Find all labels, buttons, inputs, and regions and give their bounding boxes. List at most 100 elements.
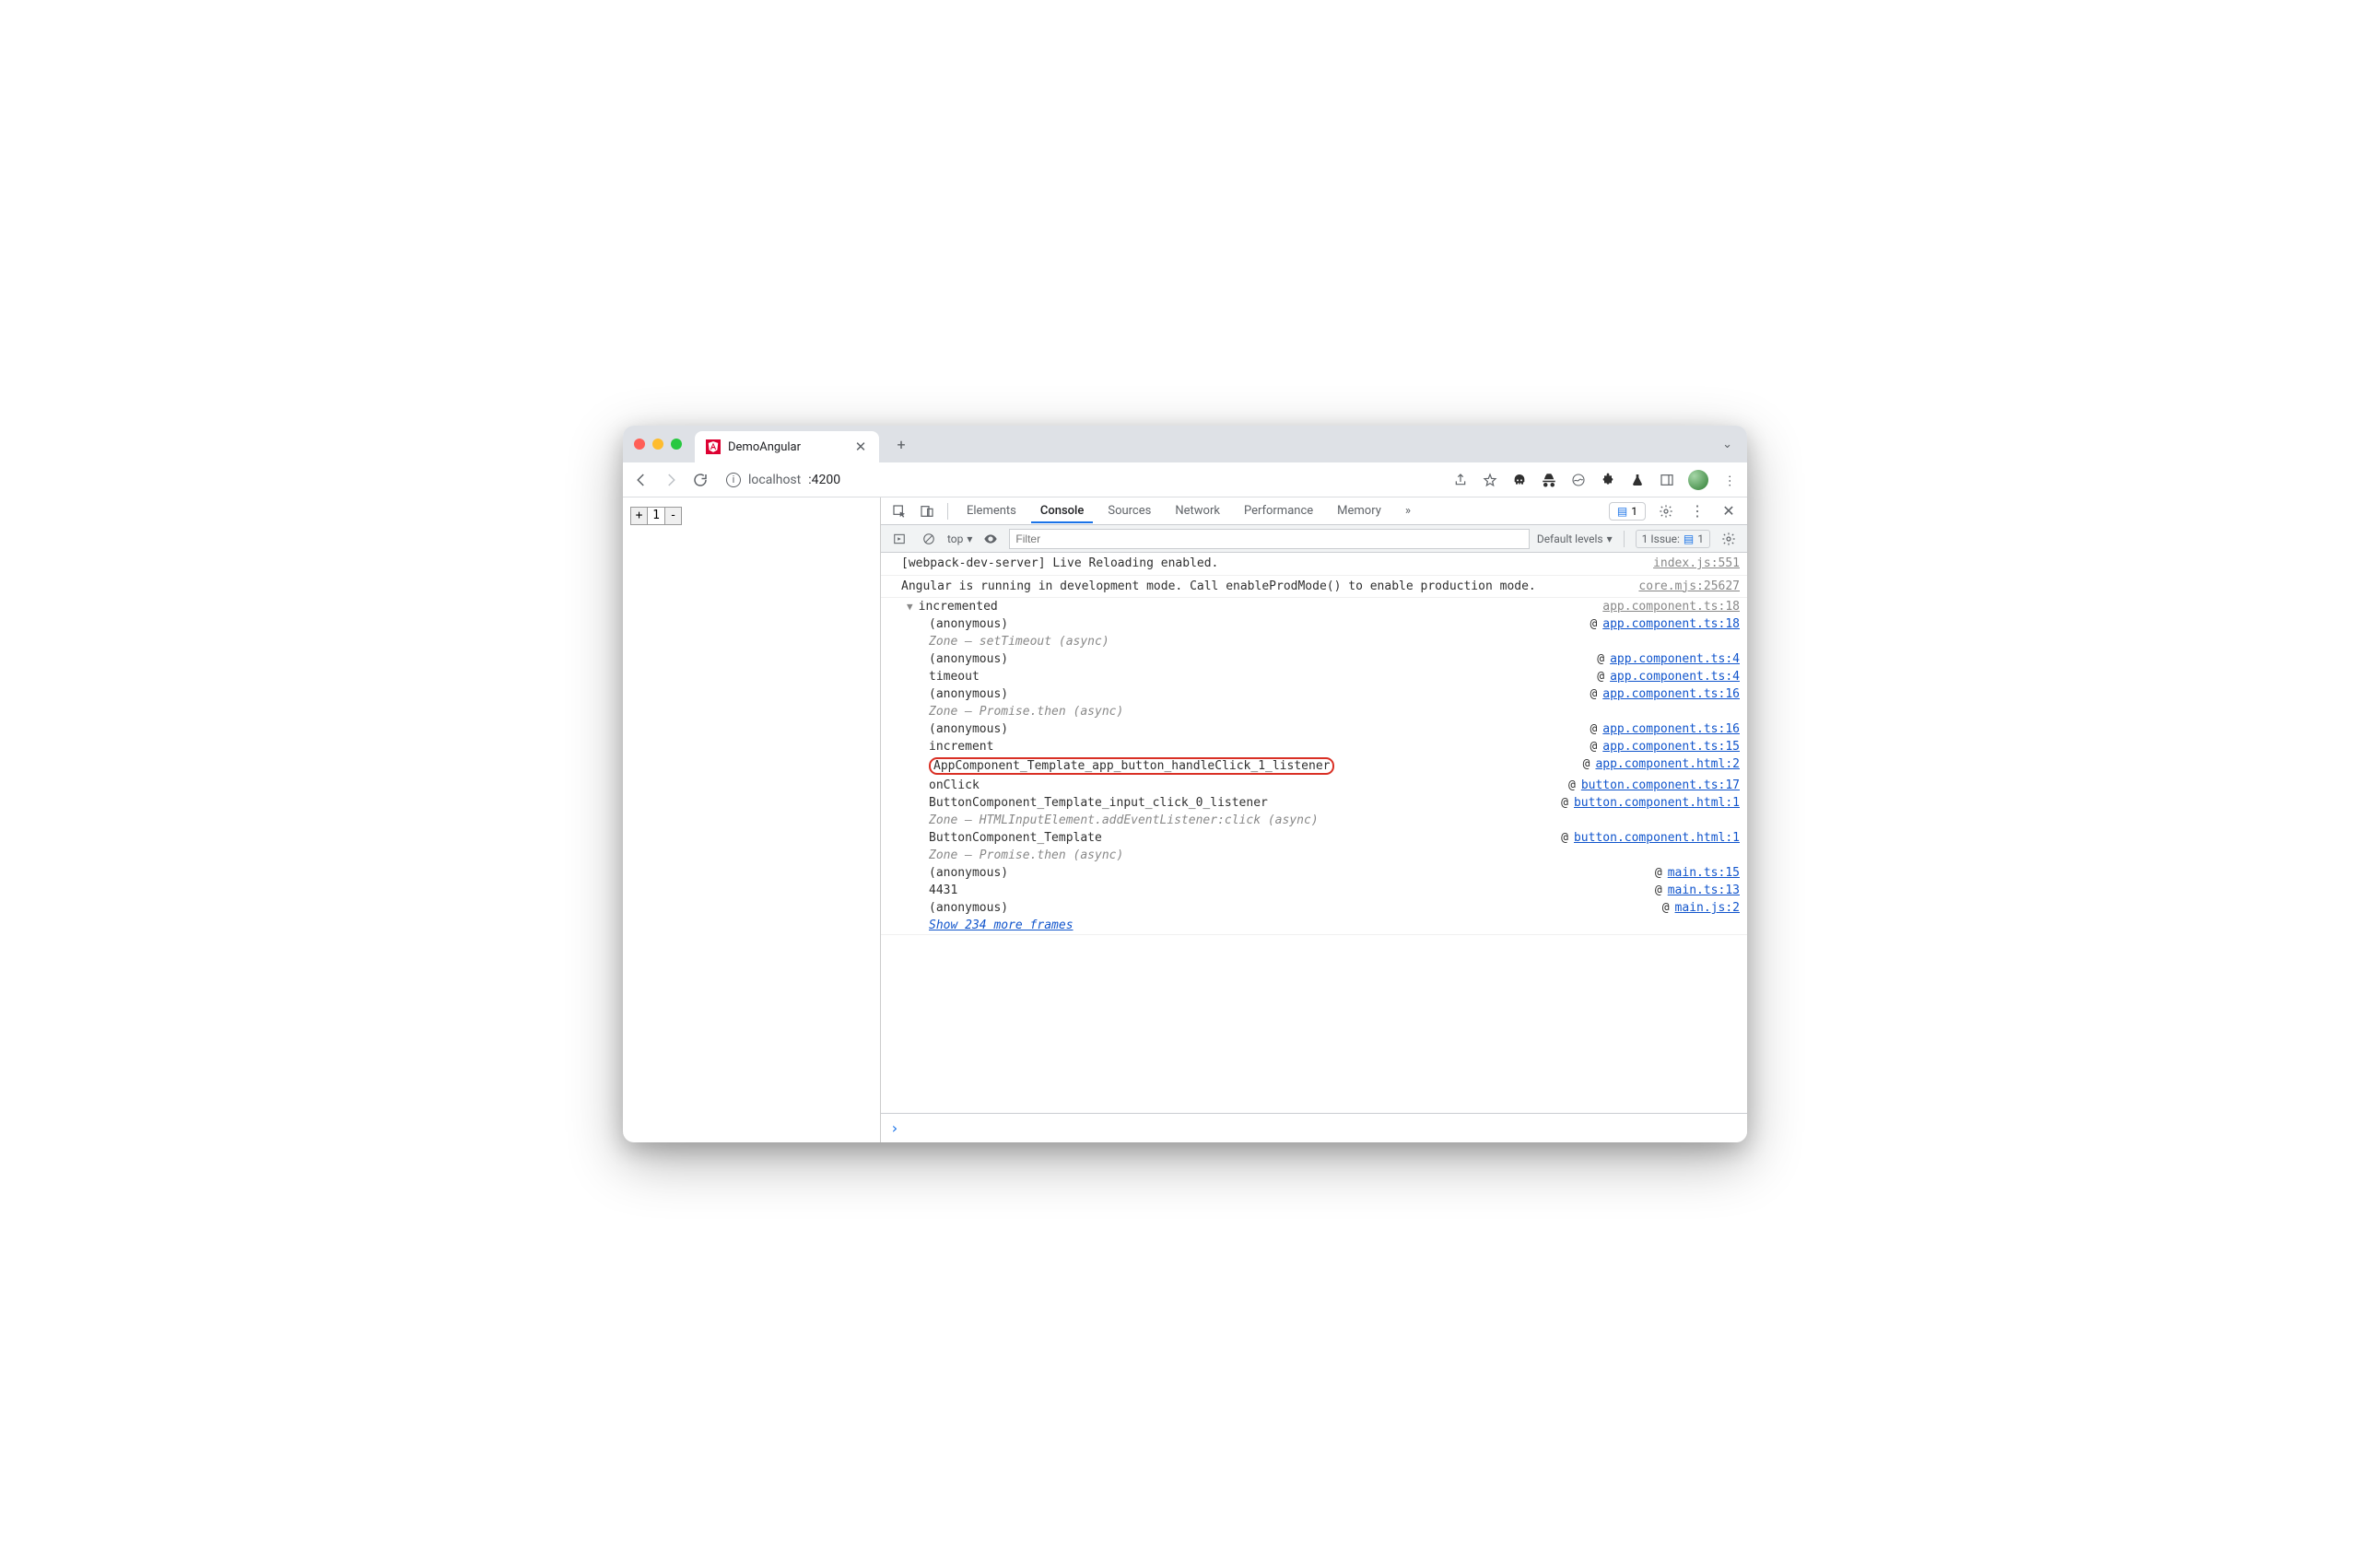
window-close-button[interactable] (634, 439, 645, 450)
highlighted-frame: AppComponent_Template_app_button_handleC… (929, 757, 1334, 775)
reload-button[interactable] (691, 471, 710, 489)
window-minimize-button[interactable] (652, 439, 663, 450)
wave-icon[interactable] (1570, 472, 1587, 488)
source-link[interactable]: main.js:2 (1675, 901, 1740, 915)
toolbar-icons: ⋯ (1452, 470, 1738, 490)
stack-function: ButtonComponent_Template (929, 831, 1102, 845)
counter-widget: + 1 - (630, 507, 682, 525)
clear-console-icon[interactable] (918, 528, 940, 550)
console-body: [webpack-dev-server] Live Reloading enab… (881, 553, 1747, 1113)
at-sign: @ (1655, 883, 1662, 897)
stack-row: (anonymous)@main.js:2 (901, 899, 1747, 917)
stack-row: (anonymous)@app.component.ts:16 (901, 720, 1747, 738)
source-link[interactable]: main.ts:15 (1668, 866, 1740, 880)
source-link[interactable]: main.ts:13 (1668, 883, 1740, 897)
filter-input[interactable] (1009, 529, 1529, 549)
source-link[interactable]: button.component.html:1 (1574, 796, 1740, 810)
at-sign: @ (1590, 740, 1597, 754)
source-link[interactable]: app.component.ts:16 (1602, 722, 1740, 736)
close-icon[interactable]: ✕ (853, 439, 868, 454)
back-button[interactable] (632, 471, 651, 489)
incognito-icon[interactable] (1541, 472, 1557, 488)
panel-icon[interactable] (1659, 472, 1675, 488)
angular-icon (706, 439, 721, 454)
stack-function: AppComponent_Template_app_button_handleC… (929, 757, 1334, 775)
browser-tab[interactable]: DemoAngular ✕ (695, 431, 879, 462)
log-group: ▼ incremented app.component.ts:18 (anony… (881, 598, 1747, 935)
source-link[interactable]: index.js:551 (1642, 555, 1740, 573)
stack-row: 4431@main.ts:13 (901, 882, 1747, 899)
source-link[interactable]: app.component.ts:18 (1591, 600, 1740, 614)
messages-badge[interactable]: ▤ 1 (1609, 502, 1646, 521)
minus-button[interactable]: - (664, 508, 681, 524)
address-bar: i localhost:4200 ⋯ (623, 462, 1747, 497)
stack-source: @button.component.html:1 (1561, 796, 1740, 810)
tab-performance[interactable]: Performance (1235, 498, 1322, 523)
tab-console[interactable]: Console (1031, 498, 1093, 523)
context-dropdown[interactable]: top ▾ (947, 532, 972, 545)
show-more-frames: Show 234 more frames (901, 917, 1747, 934)
new-tab-button[interactable]: + (888, 431, 914, 457)
stack-row: onClick@button.component.ts:17 (901, 777, 1747, 794)
at-sign: @ (1662, 901, 1670, 915)
devtools: Elements Console Sources Network Perform… (881, 497, 1747, 1142)
source-link[interactable]: app.component.ts:18 (1602, 617, 1740, 631)
levels-dropdown[interactable]: Default levels ▾ (1537, 532, 1613, 545)
skull-icon[interactable] (1511, 472, 1528, 488)
eye-icon[interactable] (980, 528, 1002, 550)
source-link[interactable]: button.component.ts:17 (1581, 778, 1740, 792)
forward-button[interactable] (662, 471, 680, 489)
tab-elements[interactable]: Elements (957, 498, 1026, 523)
inspect-icon[interactable] (888, 500, 910, 522)
async-frame-label: Zone – HTMLInputElement.addEventListener… (901, 812, 1747, 829)
tab-network[interactable]: Network (1166, 498, 1229, 523)
at-sign: @ (1590, 687, 1597, 701)
async-frame-label: Zone – Promise.then (async) (901, 703, 1747, 720)
source-link[interactable]: app.component.ts:4 (1610, 652, 1740, 666)
at-sign: @ (1655, 866, 1662, 880)
source-link[interactable]: button.component.html:1 (1574, 831, 1740, 845)
kebab-menu-icon[interactable]: ⋯ (1721, 472, 1738, 488)
at-sign: @ (1597, 652, 1604, 666)
stack-row: ButtonComponent_Template @ button.componen… (901, 829, 1747, 847)
source-link[interactable]: core.mjs:25627 (1627, 578, 1740, 596)
window-maximize-button[interactable] (671, 439, 682, 450)
tab-sources[interactable]: Sources (1098, 498, 1160, 523)
gear-icon[interactable] (1655, 500, 1677, 522)
stack-source: @ main.ts:13 (1655, 883, 1740, 897)
content-row: + 1 - Elements Console Sources Network P… (623, 497, 1747, 1142)
more-tabs-icon[interactable]: » (1396, 498, 1420, 523)
chevron-down-icon[interactable]: ⌄ (1722, 438, 1736, 451)
stack-row: increment@app.component.ts:15 (901, 738, 1747, 755)
console-prompt[interactable]: › (881, 1113, 1747, 1142)
avatar[interactable] (1688, 470, 1708, 490)
stack-row: AppComponent_Template_app_button_handleC… (901, 755, 1747, 777)
tab-title: DemoAngular (728, 440, 846, 454)
device-icon[interactable] (916, 500, 938, 522)
source-link[interactable]: app.component.ts:16 (1602, 687, 1740, 701)
show-more-link[interactable]: Show 234 more frames (929, 919, 1074, 932)
tab-memory[interactable]: Memory (1328, 498, 1390, 523)
sidebar-toggle-icon[interactable] (888, 528, 910, 550)
flask-icon[interactable] (1629, 472, 1646, 488)
at-sign: @ (1561, 831, 1568, 845)
close-devtools-icon[interactable]: ✕ (1718, 500, 1740, 522)
plus-button[interactable]: + (631, 508, 648, 524)
chat-icon: ▤ (1684, 532, 1694, 545)
stack-source: @ app.component.ts:4 (1597, 652, 1740, 666)
issues-pill[interactable]: 1 Issue: ▤ 1 (1636, 530, 1710, 548)
source-link[interactable]: app.component.ts:4 (1610, 670, 1740, 684)
kebab-icon[interactable]: ⋮ (1686, 500, 1708, 522)
star-icon[interactable] (1482, 472, 1498, 488)
group-header[interactable]: ▼ incremented app.component.ts:18 (901, 598, 1747, 615)
stack-row: ButtonComponent_Template_input_click_0_l… (901, 794, 1747, 812)
share-icon[interactable] (1452, 472, 1469, 488)
source-link[interactable]: app.component.html:2 (1595, 757, 1740, 771)
stack-function: onClick (929, 778, 980, 792)
source-link[interactable]: app.component.ts:15 (1602, 740, 1740, 754)
stack-row: (anonymous)@main.ts:15 (901, 864, 1747, 882)
counter-value: 1 (648, 508, 664, 524)
omnibox[interactable]: i localhost:4200 (726, 473, 840, 487)
gear-icon[interactable] (1718, 528, 1740, 550)
puzzle-icon[interactable] (1600, 472, 1616, 488)
